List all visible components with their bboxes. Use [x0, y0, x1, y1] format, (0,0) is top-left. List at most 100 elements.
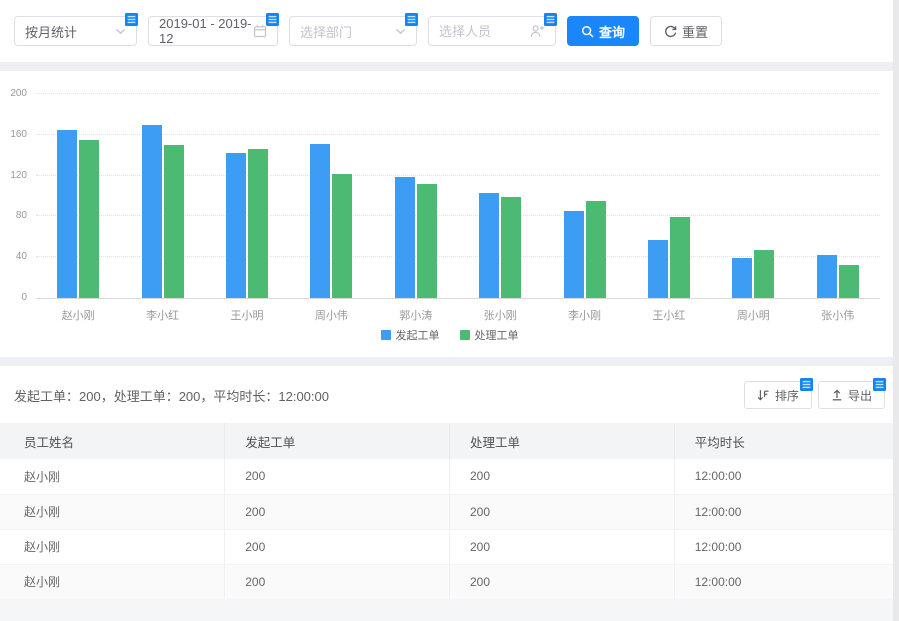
table-cell: 200: [450, 564, 675, 599]
department-placeholder: 选择部门: [300, 22, 395, 41]
table-cell: 200: [225, 564, 450, 599]
bar-发起工单[interactable]: [479, 193, 499, 298]
bar-group: 张小伟: [817, 94, 859, 298]
y-axis-tick-label: 40: [16, 252, 27, 262]
table-cell: 200: [450, 459, 675, 494]
bar-group: 赵小刚: [57, 94, 99, 298]
stat-mode-value: 按月统计: [25, 22, 115, 41]
sort-button-label: 排序: [775, 387, 799, 404]
table-body: 赵小刚20020012:00:00赵小刚20020012:00:00赵小刚200…: [0, 459, 899, 599]
search-button[interactable]: 查询: [567, 16, 639, 46]
chevron-down-icon: [115, 28, 126, 35]
sort-icon: [757, 389, 770, 401]
bar-发起工单[interactable]: [648, 240, 668, 298]
table-row[interactable]: 赵小刚20020012:00:00: [0, 529, 899, 564]
y-axis-tick-label: 80: [16, 211, 27, 221]
bar-group: 李小红: [142, 94, 184, 298]
section-divider: [0, 62, 899, 71]
bar-发起工单[interactable]: [817, 255, 837, 298]
y-axis-tick-label: 0: [21, 293, 27, 303]
bar-处理工单[interactable]: [501, 197, 521, 298]
search-button-label: 查询: [599, 22, 625, 41]
table-cell: 赵小刚: [0, 529, 225, 564]
annotation-badge-icon: [544, 13, 557, 26]
column-header: 处理工单: [450, 423, 675, 459]
chart-card: 04080120160200赵小刚李小红王小明周小伟郭小涛张小刚李小刚王小红周小…: [0, 71, 899, 357]
y-axis-tick-label: 200: [10, 89, 27, 99]
bar-处理工单[interactable]: [586, 201, 606, 298]
bar-group: 郭小涛: [395, 94, 437, 298]
bar-处理工单[interactable]: [164, 145, 184, 298]
chart-plot: 04080120160200赵小刚李小红王小明周小伟郭小涛张小刚李小刚王小红周小…: [36, 94, 880, 299]
date-range-value: 2019-01 - 2019-12: [159, 16, 253, 46]
table-cell: 赵小刚: [0, 459, 225, 494]
column-header: 平均时长: [674, 423, 899, 459]
export-icon: [831, 389, 843, 401]
bar-处理工单[interactable]: [79, 140, 99, 298]
bar-处理工单[interactable]: [839, 265, 859, 298]
calendar-icon: [253, 24, 267, 38]
bar-发起工单[interactable]: [226, 153, 246, 298]
bar-group: 周小明: [732, 94, 774, 298]
bar-处理工单[interactable]: [332, 174, 352, 298]
bar-处理工单[interactable]: [248, 149, 268, 298]
legend-item[interactable]: 发起工单: [381, 327, 440, 343]
date-range-input[interactable]: 2019-01 - 2019-12: [148, 16, 278, 46]
bar-发起工单[interactable]: [142, 125, 162, 298]
table-row[interactable]: 赵小刚20020012:00:00: [0, 564, 899, 599]
table-cell: 200: [225, 459, 450, 494]
bar-group: 张小刚: [479, 94, 521, 298]
table-row[interactable]: 赵小刚20020012:00:00: [0, 459, 899, 494]
table-card: 发起工单：200，处理工单：200，平均时长：12:00:00 排序 导出: [0, 366, 899, 621]
export-button[interactable]: 导出: [818, 381, 885, 409]
table-cell: 200: [450, 494, 675, 529]
table-cell: 200: [225, 494, 450, 529]
refresh-icon: [664, 25, 677, 38]
x-axis-category-label: 张小伟: [821, 307, 854, 323]
bar-发起工单[interactable]: [732, 258, 752, 298]
table-cell: 12:00:00: [674, 494, 899, 529]
scrollbar[interactable]: [893, 0, 899, 621]
bar-处理工单[interactable]: [417, 184, 437, 298]
x-axis-category-label: 王小明: [230, 307, 263, 323]
annotation-badge-icon: [800, 378, 813, 391]
column-header: 员工姓名: [0, 423, 225, 459]
x-axis-category-label: 周小伟: [315, 307, 348, 323]
legend-swatch-icon: [460, 330, 470, 340]
table-cell: 200: [450, 529, 675, 564]
bar-发起工单[interactable]: [395, 177, 415, 298]
y-axis-tick-label: 160: [10, 130, 27, 140]
table-row[interactable]: 赵小刚20020012:00:00: [0, 494, 899, 529]
bar-发起工单[interactable]: [564, 211, 584, 298]
bar-处理工单[interactable]: [670, 217, 690, 298]
table-cell: 赵小刚: [0, 494, 225, 529]
sort-button[interactable]: 排序: [744, 381, 812, 409]
bar-发起工单[interactable]: [57, 130, 77, 298]
reset-button[interactable]: 重置: [650, 16, 722, 46]
bar-group: 王小红: [648, 94, 690, 298]
table-cell: 12:00:00: [674, 564, 899, 599]
summary-text: 发起工单：200，处理工单：200，平均时长：12:00:00: [14, 386, 329, 405]
annotation-badge-icon: [125, 13, 138, 26]
stat-mode-select[interactable]: 按月统计: [14, 16, 137, 46]
bar-处理工单[interactable]: [754, 250, 774, 298]
bar-发起工单[interactable]: [310, 144, 330, 298]
work-order-table: 员工姓名发起工单处理工单平均时长 赵小刚20020012:00:00赵小刚200…: [0, 423, 899, 600]
x-axis-category-label: 张小刚: [484, 307, 517, 323]
table-footer: [0, 599, 899, 621]
legend-item[interactable]: 处理工单: [460, 327, 519, 343]
legend-swatch-icon: [381, 330, 391, 340]
x-axis-category-label: 李小刚: [568, 307, 601, 323]
table-cell: 12:00:00: [674, 459, 899, 494]
bar-group: 周小伟: [310, 94, 352, 298]
person-field: [428, 16, 556, 46]
department-select[interactable]: 选择部门: [289, 16, 417, 46]
bar-group: 李小刚: [564, 94, 606, 298]
person-input[interactable]: [439, 24, 530, 39]
legend-label: 发起工单: [396, 327, 440, 343]
annotation-badge-icon: [266, 13, 279, 26]
person-add-icon: [530, 24, 545, 38]
chevron-down-icon: [395, 28, 406, 35]
x-axis-category-label: 王小红: [652, 307, 685, 323]
search-icon: [581, 25, 594, 38]
